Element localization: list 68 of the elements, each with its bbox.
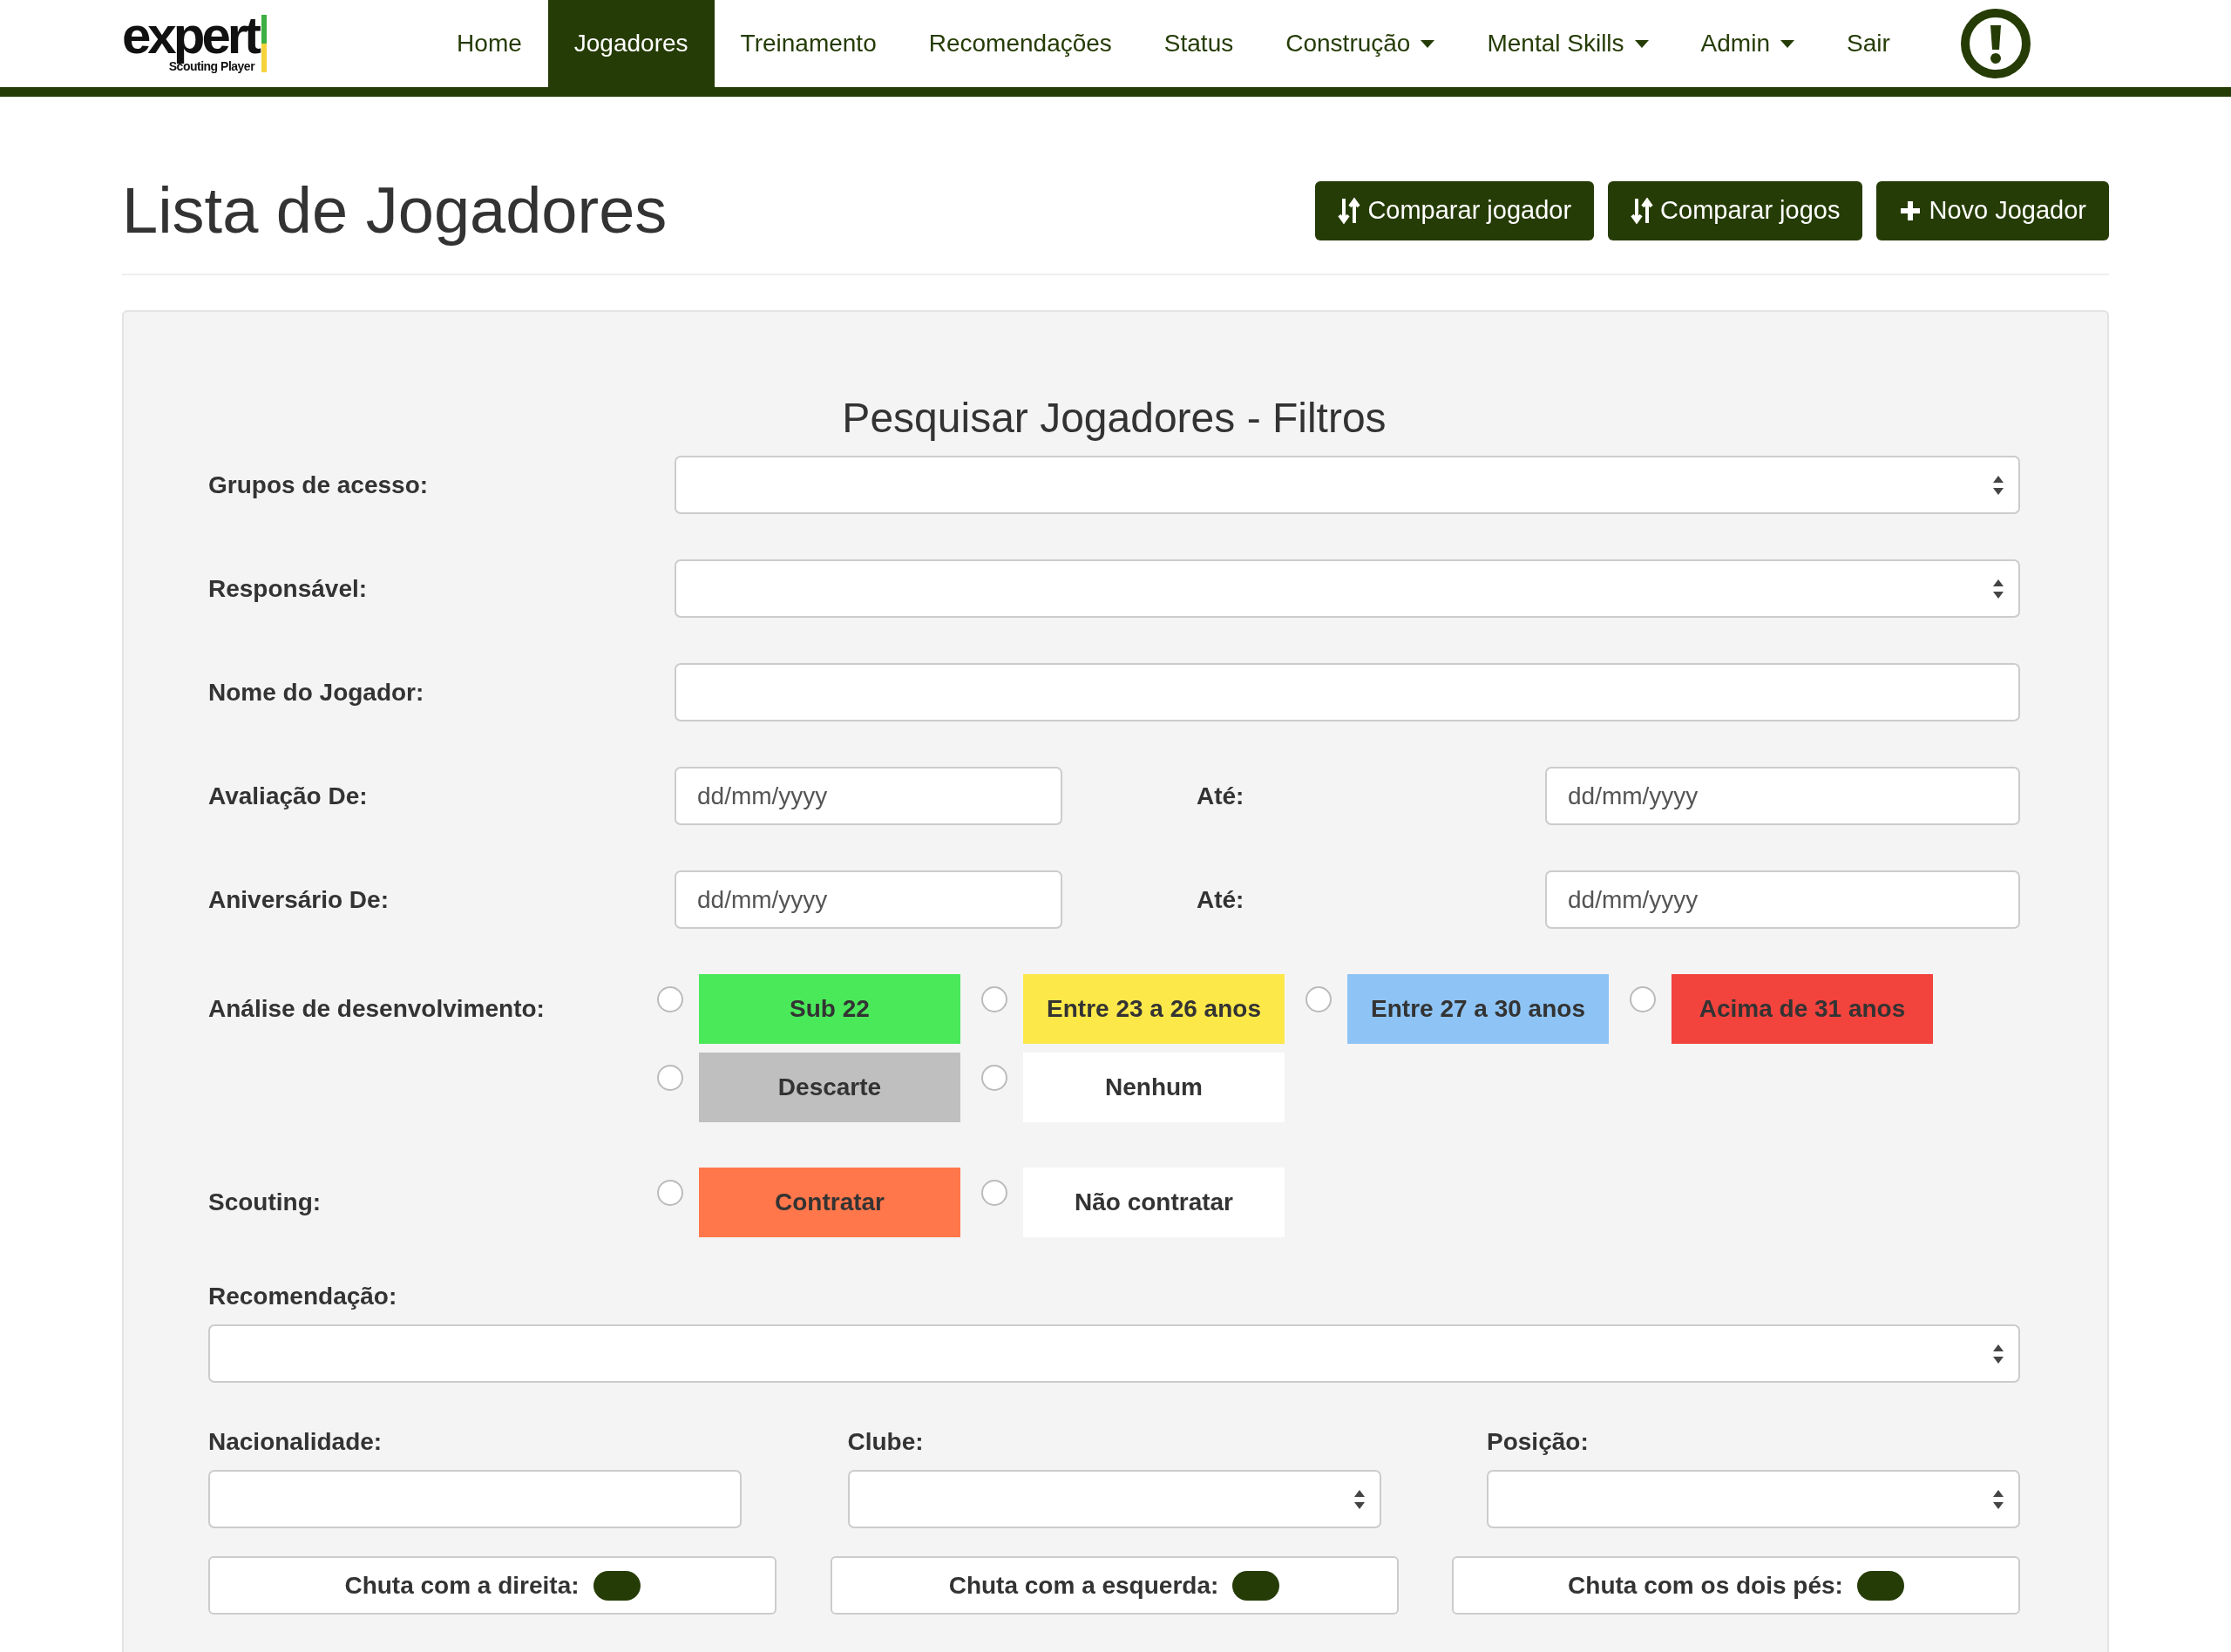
- input-field[interactable]: [208, 1470, 742, 1528]
- option-tag: Contratar: [699, 1168, 960, 1237]
- field-label: Nacionalidade:: [208, 1428, 383, 1456]
- field-label: Clube:: [847, 1428, 925, 1456]
- nav-link[interactable]: Status: [1137, 0, 1260, 87]
- select-field[interactable]: [675, 456, 2020, 514]
- input-field[interactable]: dd/mm/yyyy: [675, 767, 1062, 825]
- action-button[interactable]: Comparar jogos: [1608, 180, 1863, 240]
- field-label: Grupos de acesso:: [208, 471, 430, 499]
- toggle-switch[interactable]: [1856, 1570, 1904, 1601]
- toggle-label: Chuta com os dois pés:: [1568, 1571, 1843, 1600]
- field-label: Posição:: [1487, 1428, 1590, 1456]
- radio-button[interactable]: [981, 1065, 1007, 1091]
- sort-icon: [1631, 196, 1654, 225]
- toggle-label: Chuta com a direita:: [344, 1571, 580, 1600]
- nav-link[interactable]: Recomendações: [902, 0, 1138, 87]
- field-label: Avaliação De:: [208, 782, 369, 810]
- radio-button[interactable]: [981, 1180, 1007, 1206]
- option-tag: Nenhum: [1023, 1053, 1285, 1122]
- action-button[interactable]: Comparar jogador: [1315, 180, 1595, 240]
- field-label: Recomendação:: [208, 1283, 398, 1310]
- field-label: Análise de desenvolvimento:: [208, 995, 546, 1023]
- radio-button[interactable]: [657, 1180, 683, 1206]
- field-label: Scouting:: [208, 1188, 322, 1216]
- radio-button[interactable]: [657, 1065, 683, 1091]
- nav-link[interactable]: Home: [431, 0, 548, 87]
- panel-title: Pesquisar Jogadores - Filtros: [841, 394, 1387, 442]
- nav-link[interactable]: Jogadores: [547, 0, 715, 87]
- radio-button[interactable]: [1630, 986, 1656, 1012]
- field-label: Até:: [1197, 782, 1245, 810]
- select-field[interactable]: [208, 1324, 2020, 1383]
- action-button[interactable]: Novo Jogador: [1876, 180, 2109, 240]
- toggle-switch[interactable]: [1232, 1570, 1280, 1601]
- select-field[interactable]: [675, 559, 2020, 618]
- radio-button[interactable]: [981, 986, 1007, 1012]
- alert-icon[interactable]: [1959, 8, 2031, 79]
- field-label: Nome do Jogador:: [208, 678, 425, 707]
- select-field[interactable]: [847, 1470, 1381, 1528]
- plus-icon: [1899, 199, 1922, 222]
- field-label: Aniversário De:: [208, 885, 390, 914]
- nav-link[interactable]: Construção: [1259, 0, 1461, 87]
- select-field[interactable]: [1487, 1470, 2020, 1528]
- toggle-switch[interactable]: [593, 1570, 641, 1601]
- nav-link[interactable]: Admin: [1674, 0, 1821, 87]
- input-field[interactable]: dd/mm/yyyy: [1545, 870, 2020, 929]
- option-tag: Não contratar: [1023, 1168, 1285, 1237]
- nav-link[interactable]: Mental Skills: [1461, 0, 1675, 87]
- option-tag: Descarte: [699, 1053, 960, 1122]
- caret-icon: [1421, 39, 1435, 48]
- logo[interactable]: expert Scouting Player: [122, 0, 268, 87]
- option-tag: Entre 27 a 30 anos: [1347, 974, 1609, 1044]
- field-label: Responsável:: [208, 574, 369, 603]
- nav-link[interactable]: Treinamento: [714, 0, 903, 87]
- nav-link[interactable]: Sair: [1820, 0, 1916, 87]
- option-tag: Sub 22: [699, 974, 960, 1044]
- radio-button[interactable]: [1305, 986, 1332, 1012]
- toggle-label: Chuta com a esquerda:: [948, 1571, 1219, 1600]
- input-field[interactable]: dd/mm/yyyy: [675, 870, 1062, 929]
- sort-icon: [1338, 196, 1361, 225]
- caret-icon: [1634, 39, 1649, 48]
- option-tag: Acima de 31 anos: [1672, 974, 1933, 1044]
- caret-icon: [1780, 39, 1794, 48]
- radio-button[interactable]: [657, 986, 683, 1012]
- page-title: Lista de Jogadores: [122, 173, 668, 247]
- field-label: Até:: [1197, 885, 1245, 914]
- input-field[interactable]: dd/mm/yyyy: [1545, 767, 2020, 825]
- option-tag: Entre 23 a 26 anos: [1023, 974, 1285, 1044]
- input-field[interactable]: [675, 663, 2020, 721]
